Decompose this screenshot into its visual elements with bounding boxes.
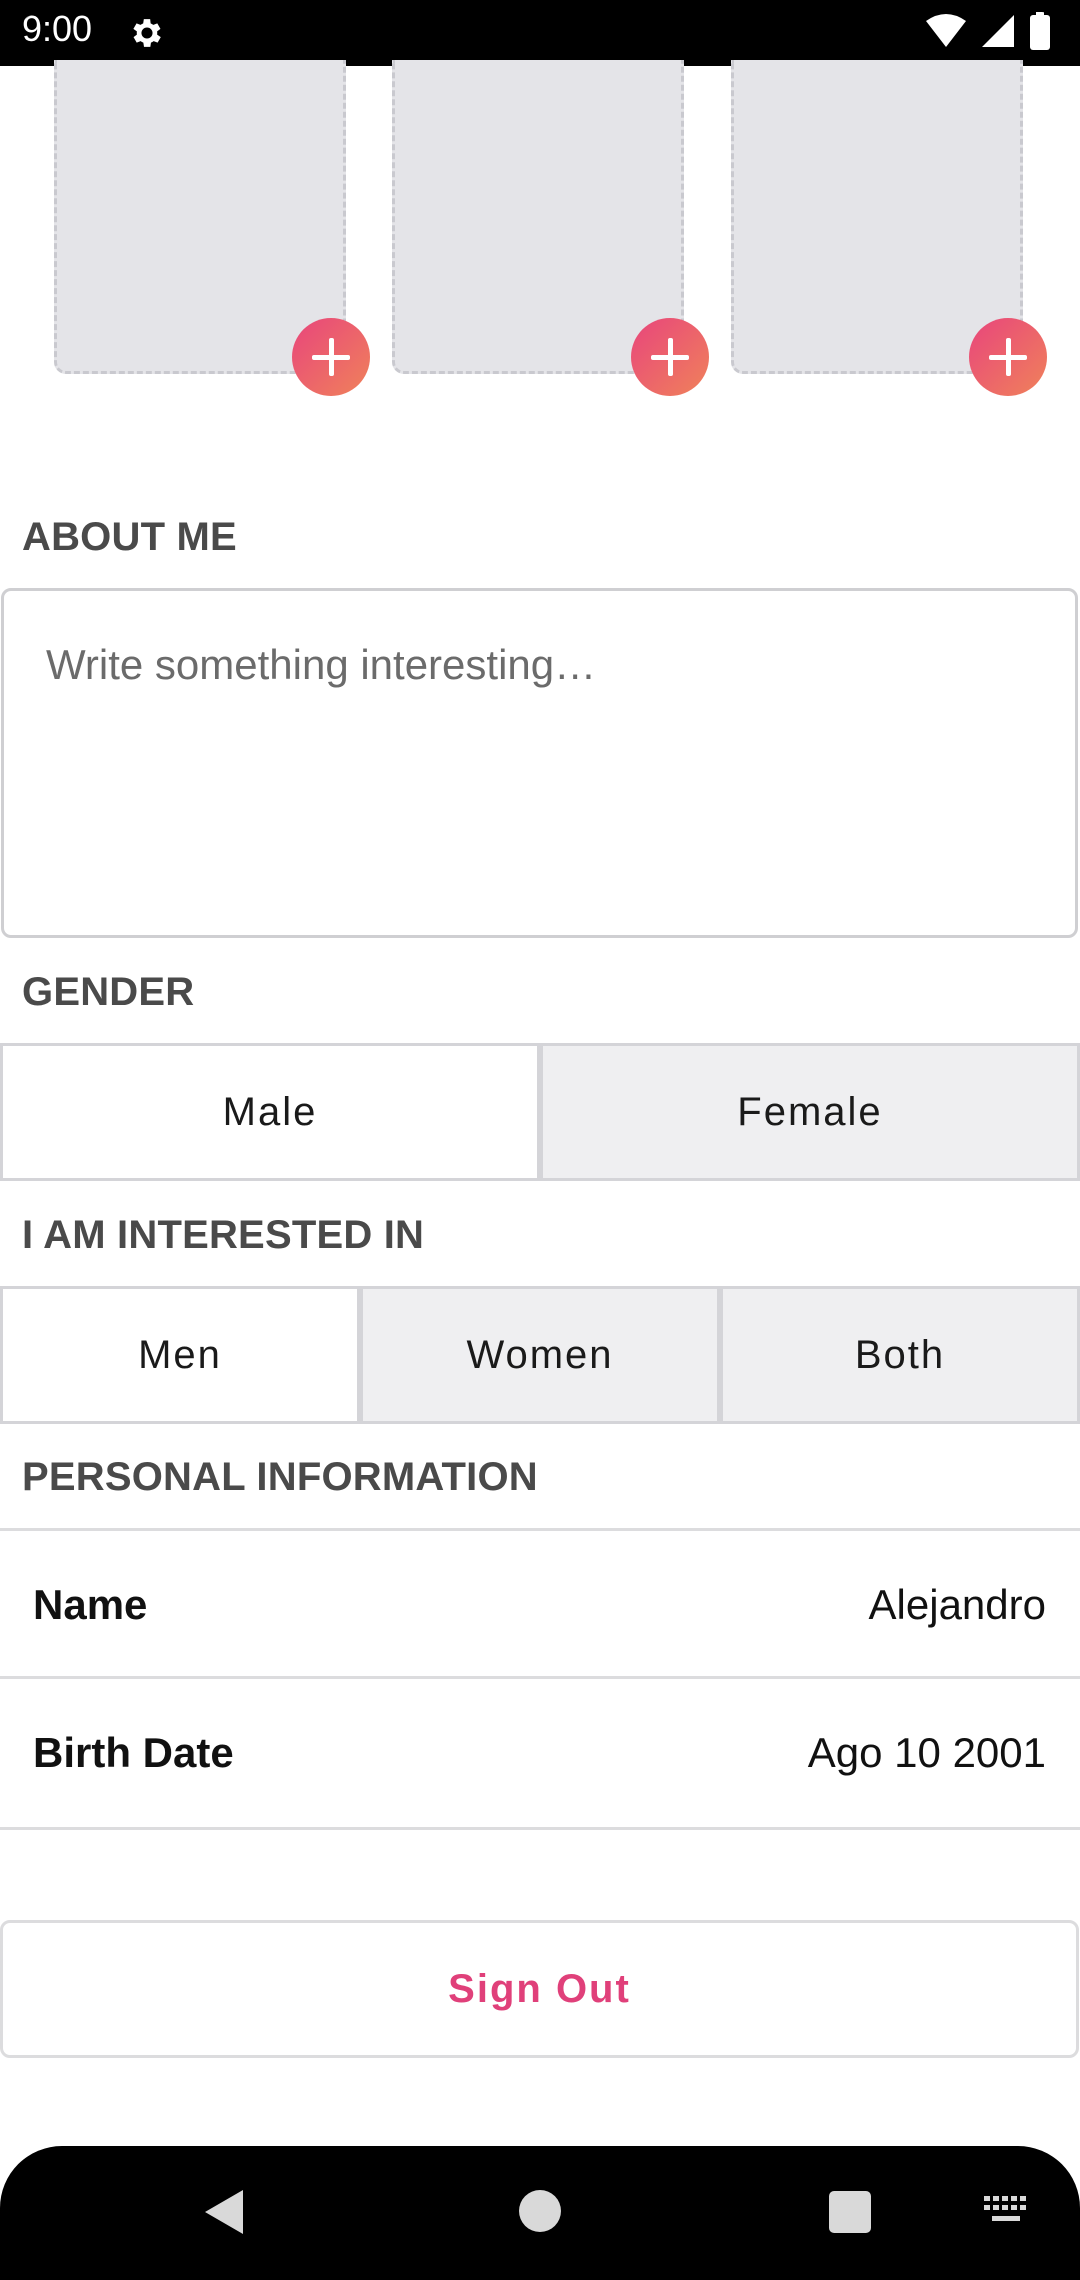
- gender-option-female[interactable]: Female: [540, 1043, 1080, 1181]
- add-photo-button-3[interactable]: [969, 318, 1047, 396]
- back-icon[interactable]: [205, 2190, 243, 2234]
- screen-corner: [0, 0, 60, 66]
- interest-option-men[interactable]: Men: [0, 1286, 360, 1424]
- add-photo-button-2[interactable]: [631, 318, 709, 396]
- photo-slot-3[interactable]: [731, 60, 1023, 374]
- interest-option-women[interactable]: Women: [360, 1286, 720, 1424]
- interested-in-title: I AM INTERESTED IN: [22, 1213, 425, 1257]
- photo-slot-2[interactable]: [392, 60, 684, 374]
- gender-title: GENDER: [22, 970, 195, 1014]
- signal-icon: [982, 15, 1014, 47]
- info-value-name: Alejandro: [868, 1581, 1046, 1628]
- info-value-birth-date: Ago 10 2001: [807, 1729, 1046, 1776]
- sign-out-button[interactable]: Sign Out: [0, 1920, 1079, 2058]
- gear-icon: [133, 19, 161, 47]
- recents-icon[interactable]: [829, 2191, 871, 2233]
- interest-selector: Men Women Both: [0, 1286, 1080, 1424]
- info-label-birth-date: Birth Date: [33, 1729, 234, 1776]
- wifi-icon: [926, 14, 966, 47]
- status-bar: 9:00: [0, 0, 1080, 66]
- home-icon[interactable]: [519, 2190, 561, 2232]
- navigation-bar: [0, 2146, 1080, 2280]
- gender-selector: Male Female: [0, 1043, 1080, 1181]
- info-row-birth-date[interactable]: Birth Date Ago 10 2001: [0, 1679, 1080, 1830]
- about-me-title: ABOUT ME: [22, 515, 237, 559]
- info-row-name[interactable]: Name Alejandro: [0, 1531, 1080, 1679]
- screen-corner: [1020, 0, 1080, 66]
- gender-option-male[interactable]: Male: [0, 1043, 540, 1181]
- photo-slot-1[interactable]: [54, 60, 346, 374]
- info-label-name: Name: [33, 1581, 148, 1628]
- keyboard-icon[interactable]: [984, 2196, 1028, 2226]
- personal-info-title: PERSONAL INFORMATION: [22, 1455, 538, 1499]
- about-me-box[interactable]: [1, 588, 1078, 938]
- about-me-input[interactable]: [4, 591, 1075, 935]
- interest-option-both[interactable]: Both: [720, 1286, 1080, 1424]
- add-photo-button-1[interactable]: [292, 318, 370, 396]
